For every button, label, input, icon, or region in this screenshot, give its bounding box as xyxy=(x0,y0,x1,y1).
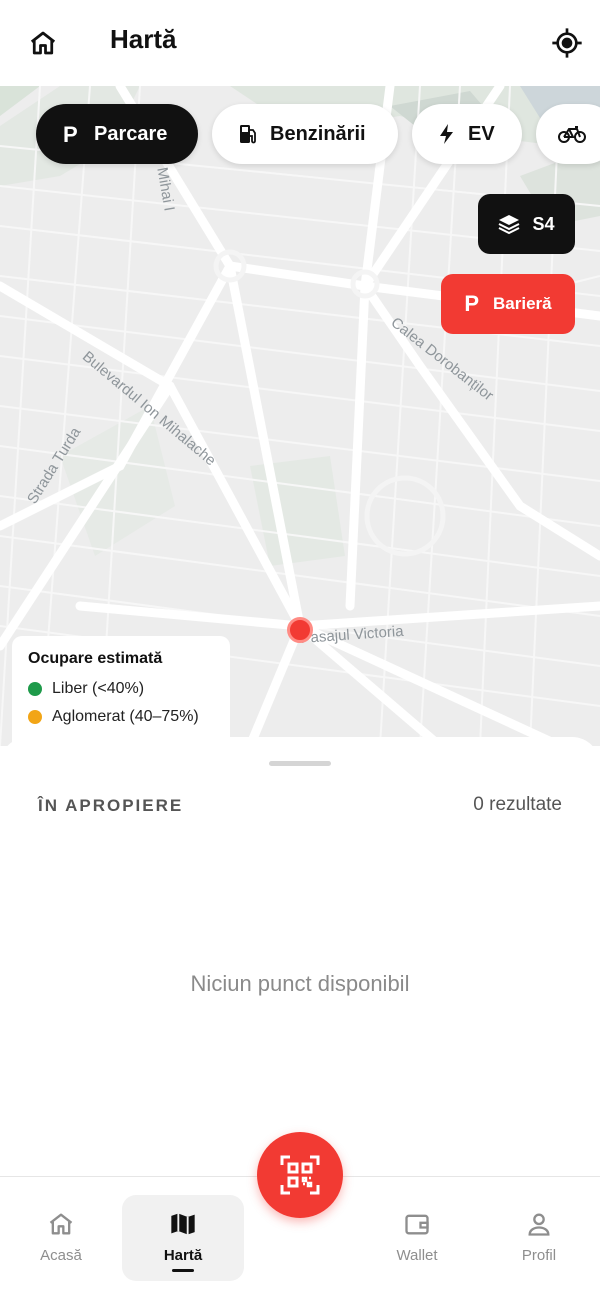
user-icon xyxy=(525,1209,553,1239)
nav-item-acasa[interactable]: Acasă xyxy=(0,1195,122,1281)
map-icon xyxy=(169,1209,197,1239)
bariera-button[interactable]: P Barieră xyxy=(441,274,575,334)
lightning-icon xyxy=(438,123,456,145)
map-layer-button[interactable]: S4 xyxy=(478,194,575,254)
section-title: ÎN APROPIERE xyxy=(38,796,184,815)
results-count: 0 rezultate xyxy=(473,794,562,815)
svg-text:P: P xyxy=(63,123,78,145)
current-location-marker xyxy=(287,617,313,643)
occupancy-legend: Ocupare estimată Liber (<40%) Aglomerat … xyxy=(12,636,230,746)
nav-label: Profil xyxy=(521,1247,557,1264)
home-button[interactable] xyxy=(22,22,64,64)
legend-label: Aglomerat (40–75%) xyxy=(52,708,199,725)
layer-label: S4 xyxy=(532,213,555,234)
wallet-icon xyxy=(403,1209,431,1239)
nav-label: Acasă xyxy=(40,1247,82,1264)
layers-icon xyxy=(498,213,520,235)
filter-chips: P Parcare Benzinării EV xyxy=(36,104,600,164)
nav-label: Wallet xyxy=(396,1247,438,1264)
parking-icon: P xyxy=(464,291,480,316)
legend-label: Liber (<40%) xyxy=(52,680,145,697)
locate-me-button[interactable] xyxy=(546,22,588,64)
chip-label: Benzinării xyxy=(270,122,366,145)
qr-scan-button[interactable] xyxy=(257,1132,343,1218)
chip-benzinarii[interactable]: Benzinării xyxy=(212,104,398,164)
nearby-bottom-sheet[interactable]: ÎN APROPIERE 0 rezultate Niciun punct di… xyxy=(0,737,600,1177)
app-header: Hartă xyxy=(0,0,600,86)
parking-icon: P xyxy=(62,123,82,145)
chip-bike[interactable] xyxy=(536,104,600,164)
legend-item: Liber (<40%) xyxy=(28,680,214,698)
nav-item-harta[interactable]: Hartă xyxy=(122,1195,244,1281)
bariera-label: Barieră xyxy=(493,294,552,313)
bicycle-icon xyxy=(558,124,586,144)
nav-item-wallet[interactable]: Wallet xyxy=(356,1195,478,1281)
legend-item: Aglomerat (40–75%) xyxy=(28,708,214,726)
active-indicator xyxy=(172,1269,194,1272)
chip-label: EV xyxy=(468,122,495,145)
sheet-drag-handle[interactable] xyxy=(269,761,331,766)
empty-state-text: Niciun punct disponibil xyxy=(190,971,410,996)
home-icon xyxy=(30,31,56,55)
chip-ev[interactable]: EV xyxy=(412,104,522,164)
fuel-pump-icon xyxy=(238,123,258,145)
home-icon xyxy=(47,1209,75,1239)
nav-item-profil[interactable]: Profil xyxy=(478,1195,600,1281)
chip-label: Parcare xyxy=(94,122,168,145)
page-title: Hartă xyxy=(110,24,177,54)
legend-title: Ocupare estimată xyxy=(28,650,163,667)
legend-dot-amber xyxy=(28,710,42,724)
legend-dot-green xyxy=(28,682,42,696)
qr-code-icon xyxy=(280,1155,320,1195)
nav-label: Hartă xyxy=(163,1247,203,1264)
crosshair-icon xyxy=(552,28,582,58)
chip-parcare[interactable]: P Parcare xyxy=(36,104,198,164)
